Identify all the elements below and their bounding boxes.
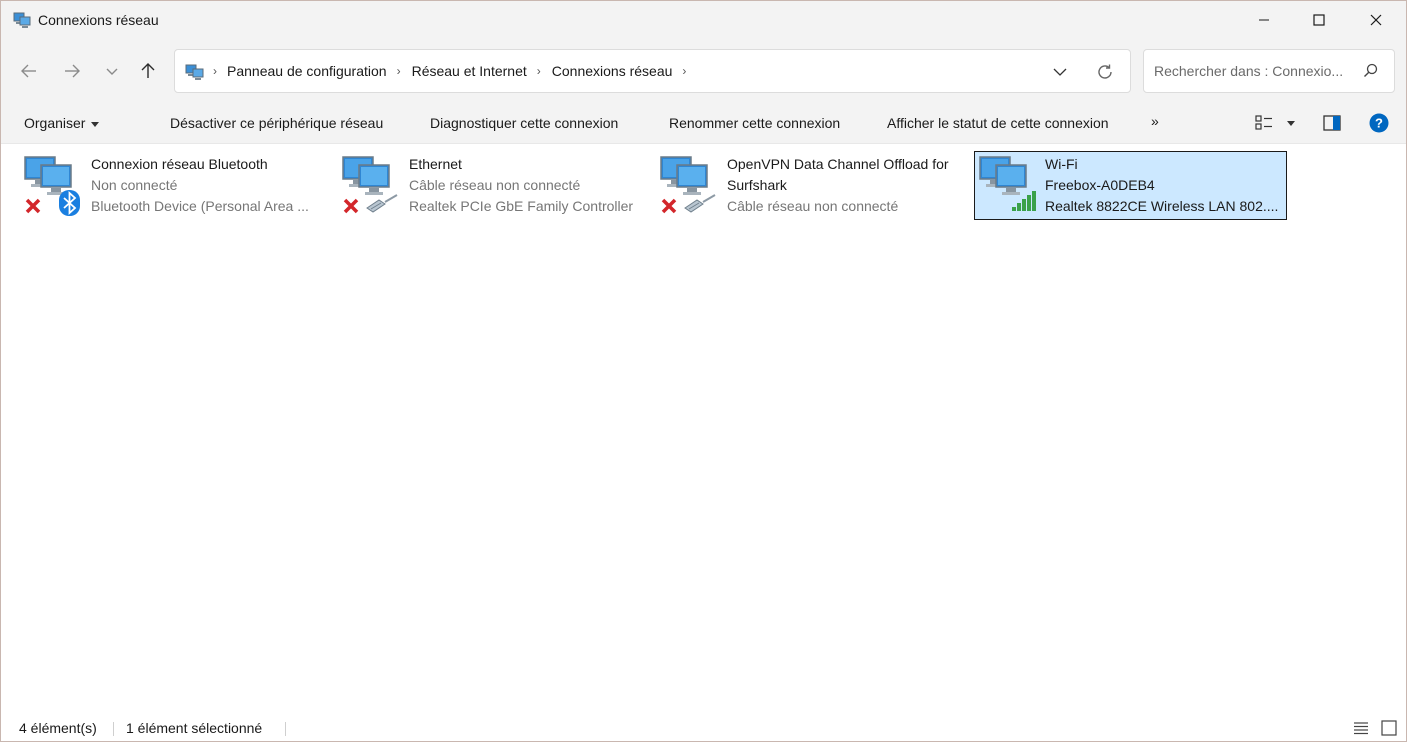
connection-device: Bluetooth Device (Personal Area ... [91,198,309,214]
network-adapter-icon [979,156,1036,211]
command-bar: Organiser Désactiver ce périphérique rés… [1,103,1406,144]
close-icon [1370,14,1382,26]
window-title: Connexions réseau [38,12,159,28]
network-adapter-icon [660,156,716,214]
disconnected-x-icon [25,198,41,214]
chevron-right-icon[interactable]: › [213,64,217,78]
ethernet-cable-icon [366,194,398,213]
selected-count: 1 élément sélectionné [126,720,263,736]
connection-status: Câble réseau non connecté [727,198,899,214]
more-commands-button[interactable]: » [1151,113,1159,129]
disable-device-button[interactable]: Désactiver ce périphérique réseau [170,115,383,131]
minimize-icon [1259,19,1269,21]
chevron-right-icon[interactable]: › [397,64,401,78]
status-divider [285,722,286,736]
search-box[interactable]: Rechercher dans : Connexio... [1143,49,1395,93]
organize-label: Organiser [24,115,86,131]
chevron-right-icon[interactable]: › [537,64,541,78]
disconnected-x-icon [343,198,359,214]
arrow-right-icon [65,64,80,78]
connection-name-line1: OpenVPN Data Channel Offload for [727,156,949,172]
bluetooth-icon [59,190,80,216]
network-adapter-icon [342,156,398,214]
ethernet-cable-icon [684,194,716,213]
connection-text: Ethernet Câble réseau non connecté Realt… [409,154,645,217]
minimize-button[interactable] [1241,1,1287,39]
chevron-down-icon [1053,68,1067,76]
connection-text: Wi-Fi Freebox-A0DEB4 Realtek 8822CE Wire… [1045,154,1281,217]
back-button[interactable] [15,57,43,85]
title-bar[interactable]: Connexions réseau [1,1,1406,39]
connection-item-openvpn[interactable]: OpenVPN Data Channel Offload for Surfsha… [659,151,967,219]
navigation-bar: › Panneau de configuration › Réseau et I… [1,39,1406,103]
refresh-button[interactable] [1093,60,1117,84]
view-status-button[interactable]: Afficher le statut de cette connexion [887,115,1109,131]
connection-item-bluetooth[interactable]: Connexion réseau Bluetooth Non connecté … [23,151,323,219]
connection-device: Realtek 8822CE Wireless LAN 802.... [1045,198,1279,214]
maximize-button[interactable] [1296,1,1342,39]
status-bar: 4 élément(s) 1 élément sélectionné [1,713,1406,741]
view-options-caret-icon[interactable] [1287,121,1295,126]
maximize-icon [1313,14,1325,26]
search-input[interactable]: Rechercher dans : Connexio... [1154,63,1354,79]
connection-text: OpenVPN Data Channel Offload for Surfsha… [727,154,965,217]
connection-status: Freebox-A0DEB4 [1045,177,1155,193]
connections-list[interactable]: Connexion réseau Bluetooth Non connecté … [1,144,1406,704]
connection-name: Connexion réseau Bluetooth [91,156,268,172]
rename-connection-button[interactable]: Renommer cette connexion [669,115,840,131]
organize-menu[interactable]: Organiser [24,115,100,131]
connection-name: Wi-Fi [1045,156,1078,172]
connection-status: Non connecté [91,177,178,193]
svg-text:?: ? [1375,116,1383,131]
connection-text: Connexion réseau Bluetooth Non connecté … [91,154,321,217]
breadcrumb-control-panel[interactable]: Panneau de configuration [227,63,387,79]
caret-down-icon [91,121,100,127]
change-view-icon[interactable] [1255,114,1275,132]
close-button[interactable] [1353,1,1399,39]
connection-name: Ethernet [409,156,462,172]
disconnected-x-icon [661,198,677,214]
connection-item-wifi[interactable]: Wi-Fi Freebox-A0DEB4 Realtek 8822CE Wire… [974,151,1287,220]
connection-status: Câble réseau non connecté [409,177,581,193]
network-connections-icon [13,12,31,28]
connection-name-line2: Surfshark [727,177,787,193]
network-adapter-icon [24,156,80,216]
tiles-view-icon[interactable] [1381,720,1397,736]
chevron-right-icon[interactable]: › [682,64,686,78]
address-bar[interactable]: › Panneau de configuration › Réseau et I… [174,49,1131,93]
address-history-button[interactable] [1048,62,1072,82]
up-button[interactable] [134,57,162,85]
chevron-down-icon [106,68,118,75]
help-icon[interactable]: ? [1369,113,1389,133]
explorer-window: Connexions réseau › Panneau de configura… [0,0,1407,742]
forward-button[interactable] [58,57,86,85]
arrow-left-icon [21,64,36,78]
breadcrumb-network-internet[interactable]: Réseau et Internet [412,63,527,79]
network-connections-icon [185,64,204,80]
recent-locations-button[interactable] [98,57,126,85]
diagnose-connection-button[interactable]: Diagnostiquer cette connexion [430,115,618,131]
connection-item-ethernet[interactable]: Ethernet Câble réseau non connecté Realt… [341,151,646,219]
refresh-icon [1098,64,1112,79]
search-icon [1364,63,1378,77]
connection-device: Realtek PCIe GbE Family Controller [409,198,634,214]
preview-pane-icon[interactable] [1323,115,1341,131]
arrow-up-icon [141,63,155,78]
status-divider [113,722,114,736]
item-count: 4 élément(s) [19,720,97,736]
details-view-icon[interactable] [1353,721,1369,735]
breadcrumb: › Panneau de configuration › Réseau et I… [213,50,697,92]
breadcrumb-network-connections[interactable]: Connexions réseau [552,63,673,79]
